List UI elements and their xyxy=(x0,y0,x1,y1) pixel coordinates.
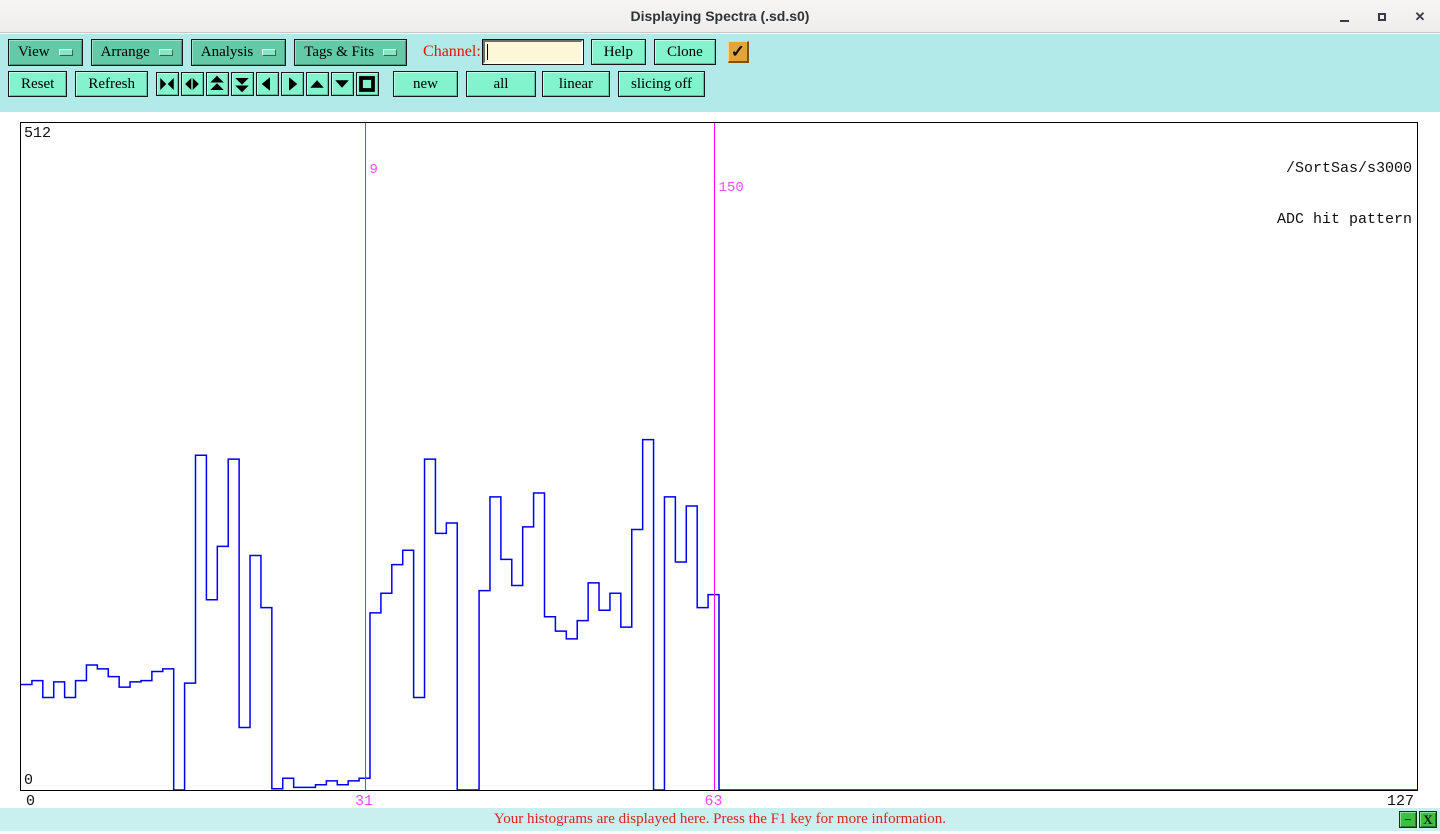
toolbar: View Arrange Analysis Tags & Fits Channe… xyxy=(0,33,1440,112)
expand-down-button[interactable] xyxy=(231,72,254,96)
full-view-icon xyxy=(358,75,376,93)
cascade-dash-icon xyxy=(383,49,397,56)
menu-tags-fits-label: Tags & Fits xyxy=(304,44,374,61)
spectrum-title: /SortSas/s3000 ADC hit pattern xyxy=(1277,126,1412,262)
menu-tags-fits[interactable]: Tags & Fits xyxy=(294,39,407,66)
y-axis-min-label: 0 xyxy=(24,772,33,789)
scroll-down-icon xyxy=(333,75,351,93)
reset-button[interactable]: Reset xyxy=(8,71,67,97)
slicing-button[interactable]: slicing off xyxy=(618,71,705,97)
scroll-up-button[interactable] xyxy=(306,72,329,96)
checkmark-icon: ✓ xyxy=(731,42,745,62)
plot-area[interactable]: 9 150 512 0 /SortSas/s3000 ADC hit patte… xyxy=(20,122,1418,791)
contract-x-button[interactable] xyxy=(156,72,179,96)
histogram-plot xyxy=(21,123,1417,790)
cursor-value-1: 150 xyxy=(719,180,744,196)
expand-up-button[interactable] xyxy=(206,72,229,96)
cascade-dash-icon xyxy=(159,49,173,56)
all-button[interactable]: all xyxy=(466,71,536,97)
channel-label: Channel: xyxy=(423,43,481,61)
maximize-icon[interactable] xyxy=(1374,9,1390,25)
status-message: Your histograms are displayed here. Pres… xyxy=(494,811,946,828)
menu-arrange-label: Arrange xyxy=(101,44,150,61)
full-view-button[interactable] xyxy=(356,72,379,96)
expand-x-button[interactable] xyxy=(181,72,204,96)
status-controls: − X xyxy=(1399,811,1437,828)
help-button[interactable]: Help xyxy=(591,39,646,65)
menu-bar: View Arrange Analysis Tags & Fits Channe… xyxy=(8,38,749,66)
menu-view-label: View xyxy=(18,44,50,61)
new-button[interactable]: new xyxy=(393,71,458,97)
action-bar: Reset Refresh xyxy=(8,70,705,98)
spectrum-name-label: ADC hit pattern xyxy=(1277,211,1412,228)
contract-x-icon xyxy=(158,75,176,93)
menu-analysis-label: Analysis xyxy=(201,44,254,61)
window-title: Displaying Spectra (.sd.s0) xyxy=(631,8,810,24)
status-close-button[interactable]: X xyxy=(1419,811,1437,828)
scroll-down-button[interactable] xyxy=(331,72,354,96)
cursor-value-0: 9 xyxy=(370,162,378,178)
spectrum-display-area: 9 150 512 0 /SortSas/s3000 ADC hit patte… xyxy=(0,112,1440,808)
cascade-dash-icon xyxy=(262,49,276,56)
scroll-up-icon xyxy=(308,75,326,93)
cascade-dash-icon xyxy=(59,49,73,56)
minimize-icon[interactable] xyxy=(1336,9,1352,25)
window-controls: ✕ xyxy=(1336,0,1428,33)
linear-button[interactable]: linear xyxy=(542,71,610,97)
spectrum-path-label: /SortSas/s3000 xyxy=(1277,160,1412,177)
menu-view[interactable]: View xyxy=(8,39,83,66)
menu-analysis[interactable]: Analysis xyxy=(191,39,287,66)
y-axis-max-label: 512 xyxy=(24,125,51,142)
close-icon[interactable]: ✕ xyxy=(1412,9,1428,25)
cursor-line-0[interactable] xyxy=(365,123,367,790)
histogram-path xyxy=(21,440,1417,790)
toolbar-checkbox[interactable]: ✓ xyxy=(728,41,749,63)
status-bar: Your histograms are displayed here. Pres… xyxy=(0,808,1440,831)
pan-right-button[interactable] xyxy=(281,72,304,96)
pan-right-icon xyxy=(283,75,301,93)
cursor-line-1[interactable] xyxy=(714,123,716,790)
expand-down-icon xyxy=(233,75,251,93)
refresh-button[interactable]: Refresh xyxy=(75,71,148,97)
pan-left-button[interactable] xyxy=(256,72,279,96)
title-bar: Displaying Spectra (.sd.s0) ✕ xyxy=(0,0,1440,33)
expand-x-icon xyxy=(183,75,201,93)
text-caret xyxy=(487,44,489,60)
expand-up-icon xyxy=(208,75,226,93)
pan-left-icon xyxy=(258,75,276,93)
status-minimize-button[interactable]: − xyxy=(1399,811,1417,828)
menu-arrange[interactable]: Arrange xyxy=(91,39,183,66)
channel-input[interactable] xyxy=(483,40,583,64)
clone-button[interactable]: Clone xyxy=(654,39,716,65)
